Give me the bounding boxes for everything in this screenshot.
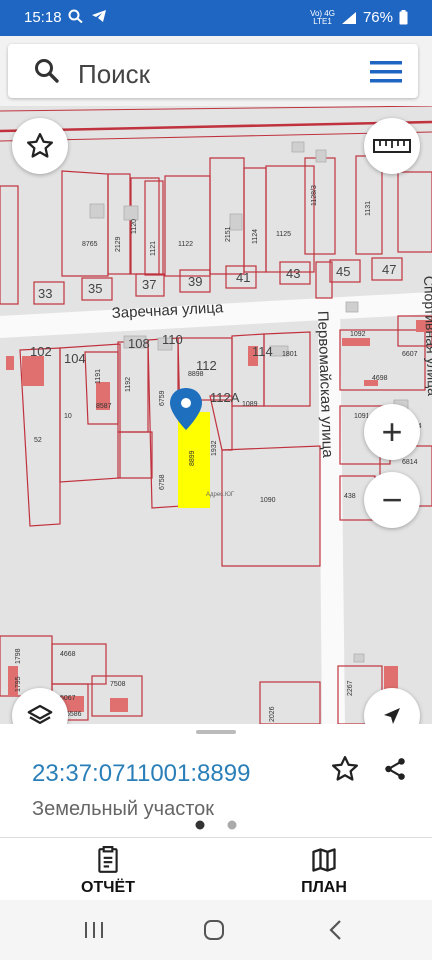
share-icon[interactable] xyxy=(382,756,408,782)
status-bar: 15:18 Vo) 4G LTE1 76% xyxy=(0,0,432,36)
house-number: 41 xyxy=(236,270,250,285)
recents-icon[interactable] xyxy=(82,920,106,940)
parcel-label: 8899 xyxy=(189,450,196,466)
parcel-label: 438 xyxy=(344,493,356,500)
house-number: 102 xyxy=(30,344,52,359)
parcel-label: 8587 xyxy=(96,403,112,410)
parcel-label: 8765 xyxy=(82,241,98,248)
status-right: Vo) 4G LTE1 76% xyxy=(310,9,408,26)
parcel-label: 6814 xyxy=(402,459,418,466)
parcel-label: 10 xyxy=(64,413,72,420)
parcel-label: 8898 xyxy=(188,371,204,378)
tab-plan[interactable]: ПЛАН xyxy=(264,846,384,897)
report-document-icon xyxy=(98,846,118,873)
layers-icon xyxy=(27,704,53,724)
parcel-label: 1122 xyxy=(178,241,193,248)
parcel-label: 1120 xyxy=(131,219,138,234)
parcel-label: 1932 xyxy=(211,440,218,456)
battery-icon xyxy=(399,10,408,25)
object-type: Земельный участок xyxy=(32,798,215,820)
house-number: 45 xyxy=(336,264,350,279)
parcel-label: 1128/3 xyxy=(311,185,318,206)
map-canvas[interactable]: Заречная улица Первомайская улица Спорти… xyxy=(0,106,432,724)
parcel-label: 1191 xyxy=(95,369,102,384)
page-dots xyxy=(195,820,237,830)
search-status-icon xyxy=(68,9,83,24)
zoom-out-button[interactable]: − xyxy=(364,472,420,528)
parcel-label: 6759 xyxy=(159,390,166,406)
parcel-label: 4668 xyxy=(60,651,76,658)
parcel-label: 1121 xyxy=(150,241,157,256)
house-number: 37 xyxy=(142,277,156,292)
tab-report-label: ОТЧЁТ xyxy=(81,879,135,896)
parcel-label: 7508 xyxy=(110,681,126,688)
top-bar: Поиск xyxy=(0,36,432,106)
ruler-button[interactable] xyxy=(364,118,420,174)
hamburger-menu-icon[interactable] xyxy=(370,60,402,84)
parcel-label: 1801 xyxy=(282,351,298,358)
star-outline-icon xyxy=(27,133,53,158)
parcel-label: 1795 xyxy=(15,676,22,692)
status-notification-icons xyxy=(68,8,107,25)
parcel-label: 2129 xyxy=(115,236,122,252)
parcel-label: 1125 xyxy=(276,231,291,238)
zoom-in-button[interactable]: + xyxy=(364,404,420,460)
tab-report[interactable]: ОТЧЁТ xyxy=(48,846,168,897)
parcel-label: 1092 xyxy=(350,331,366,338)
parcel-label: 6758 xyxy=(159,474,166,490)
favorite-map-button[interactable] xyxy=(12,118,68,174)
signal-icon xyxy=(341,11,356,24)
parcel-label: 4698 xyxy=(372,375,388,382)
parcel-label: 6586 xyxy=(66,711,82,718)
telegram-icon xyxy=(92,10,107,22)
map-plan-icon xyxy=(312,848,336,872)
house-number: 108 xyxy=(128,336,150,351)
house-number: 47 xyxy=(382,262,396,277)
cadastral-map[interactable]: Заречная улица Первомайская улица Спорти… xyxy=(0,106,432,724)
search-icon[interactable] xyxy=(34,58,60,84)
house-number: 43 xyxy=(286,266,300,281)
house-number: 35 xyxy=(88,281,102,296)
battery-percent: 76% xyxy=(362,9,393,26)
search-input[interactable]: Поиск xyxy=(78,59,150,90)
house-number: 39 xyxy=(188,274,202,289)
parcel-label: 52 xyxy=(34,437,42,444)
parcel-label: 1192 xyxy=(125,377,132,392)
status-time: 15:18 xyxy=(24,9,62,26)
object-info-sheet: 23:37:0711001:8899 Земельный участок ОТЧ… xyxy=(0,724,432,900)
parcel-label: 1090 xyxy=(260,497,276,504)
parcel-label: 1124 xyxy=(252,229,259,244)
parcel-label: 1131 xyxy=(365,201,372,216)
parcel-label: 2267 xyxy=(347,680,354,696)
home-icon[interactable] xyxy=(202,918,226,942)
parcel-label: 2026 xyxy=(269,706,276,722)
cadastral-number[interactable]: 23:37:0711001:8899 xyxy=(32,760,250,788)
tab-plan-label: ПЛАН xyxy=(301,879,347,896)
house-number: 104 xyxy=(64,351,86,366)
parcel-label: 1089 xyxy=(242,401,258,408)
search-bar[interactable]: Поиск xyxy=(8,44,418,98)
network-indicator: Vo) 4G LTE1 xyxy=(310,8,335,26)
navigation-arrow-icon xyxy=(384,708,400,724)
house-number: 110 xyxy=(162,332,183,347)
star-outline-icon[interactable] xyxy=(330,754,360,784)
parcel-label: 6607 xyxy=(402,351,418,358)
house-number: 33 xyxy=(38,286,52,301)
tab-bar: ОТЧЁТ ПЛАН xyxy=(0,837,432,899)
watermark: Адрес.ЮГ xyxy=(206,492,235,498)
ruler-icon xyxy=(373,139,411,153)
street-label-sportivnaya: Спортивная улица xyxy=(421,276,432,397)
sheet-drag-handle[interactable] xyxy=(196,730,236,734)
parcel-label: 1798 xyxy=(15,648,22,664)
house-number: 112А xyxy=(210,390,240,405)
back-icon[interactable] xyxy=(326,918,346,942)
system-nav-bar xyxy=(0,900,432,960)
parcel-label: 2151 xyxy=(225,226,232,242)
house-number: 114 xyxy=(252,344,273,359)
